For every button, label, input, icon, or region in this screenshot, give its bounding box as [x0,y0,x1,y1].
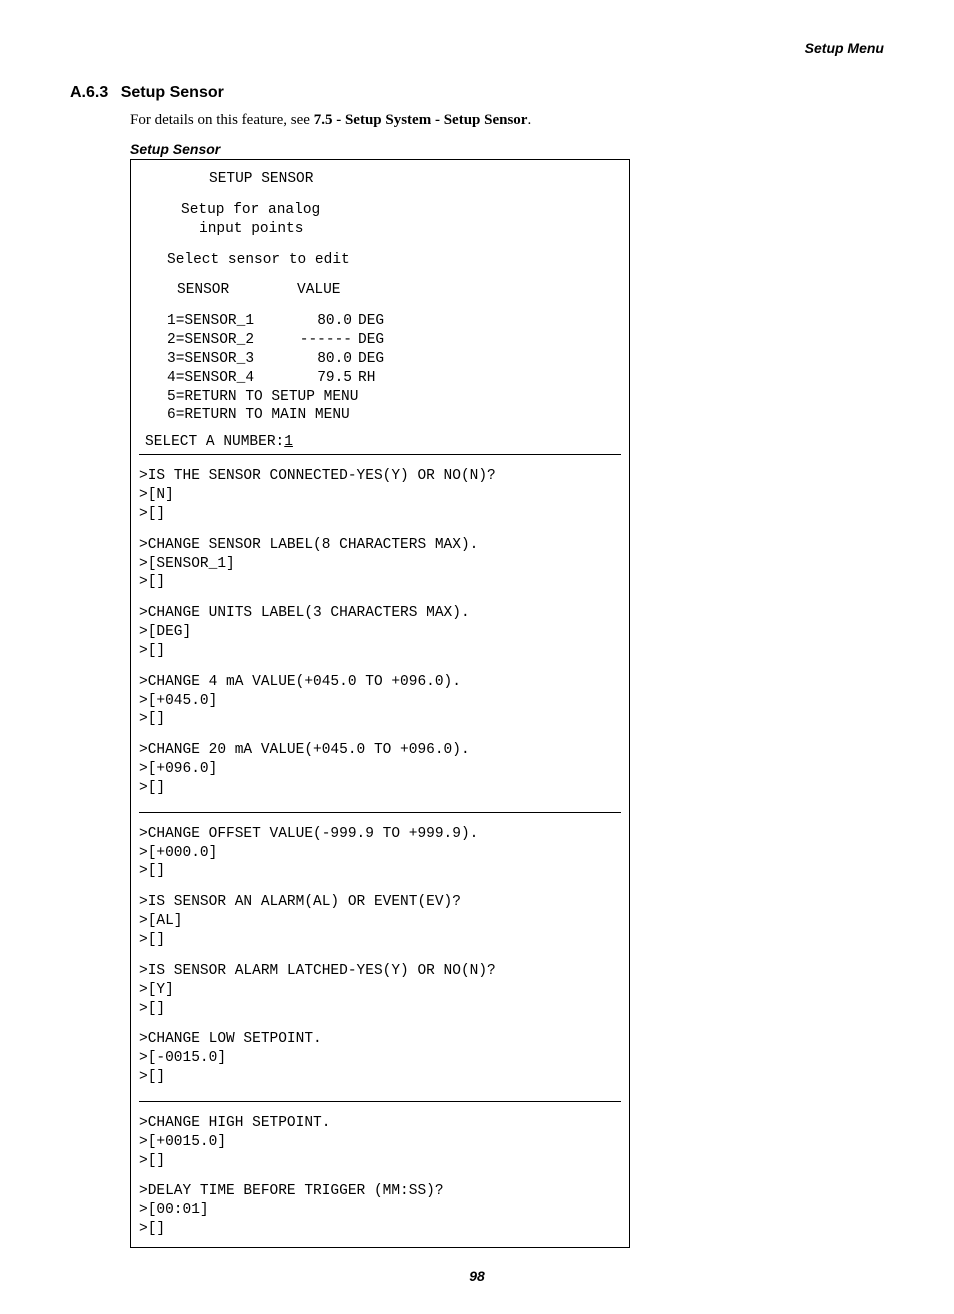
prompt-current: >[AL] [139,912,621,931]
prompt-question: >CHANGE 4 mA VALUE(+045.0 TO +096.0). [139,673,621,692]
select-prompt: Select sensor to edit [167,251,621,270]
terminal-box-label: Setup Sensor [130,141,884,157]
prompt-block: >CHANGE 20 mA VALUE(+045.0 TO +096.0).>[… [139,741,621,798]
prompt-block: >CHANGE SENSOR LABEL(8 CHARACTERS MAX).>… [139,536,621,593]
prompt-block: >CHANGE LOW SETPOINT.>[-0015.0]>[] [139,1030,621,1087]
prompt-current: >[SENSOR_1] [139,555,621,574]
select-number-value: 1 [284,434,293,450]
prompt-block: >CHANGE UNITS LABEL(3 CHARACTERS MAX).>[… [139,604,621,661]
prompt-block: >IS THE SENSOR CONNECTED-YES(Y) OR NO(N)… [139,467,621,524]
prompt-block: >IS SENSOR ALARM LATCHED-YES(Y) OR NO(N)… [139,962,621,1019]
box-subtitle2: input points [199,220,621,239]
prompt-current: >[Y] [139,981,621,1000]
sensor-name: 2=SENSOR_2 [167,331,282,350]
prompt-current: >[+045.0] [139,692,621,711]
prompt-current: >[DEG] [139,623,621,642]
sensor-value: 80.0 [282,312,352,331]
divider [139,812,621,813]
sensor-unit: DEG [358,350,398,369]
prompt-question: >CHANGE OFFSET VALUE(-999.9 TO +999.9). [139,825,621,844]
section-number: A.6.3 [70,84,108,101]
prompt-input: >[] [139,862,621,881]
prompt-current: >[+096.0] [139,760,621,779]
sensor-row: 1=SENSOR_1 80.0 DEG [167,312,621,331]
divider [139,454,621,455]
prompt-input: >[] [139,1068,621,1087]
prompt-question: >CHANGE UNITS LABEL(3 CHARACTERS MAX). [139,604,621,623]
prompt-question: >CHANGE LOW SETPOINT. [139,1030,621,1049]
sensor-unit: DEG [358,331,398,350]
box-title: SETUP SENSOR [209,170,621,189]
prompt-block: >CHANGE HIGH SETPOINT.>[+0015.0]>[] [139,1114,621,1171]
divider [139,1101,621,1102]
sensor-row: 2=SENSOR_2 ------ DEG [167,331,621,350]
menu-return-setup: 5=RETURN TO SETUP MENU [167,388,621,407]
prompt-question: >IS THE SENSOR CONNECTED-YES(Y) OR NO(N)… [139,467,621,486]
prompt-input: >[] [139,710,621,729]
prompt-input: >[] [139,505,621,524]
sensor-row: 4=SENSOR_4 79.5 RH [167,369,621,388]
running-header: Setup Menu [70,40,884,56]
sensor-value: 80.0 [282,350,352,369]
prompt-question: >CHANGE HIGH SETPOINT. [139,1114,621,1133]
menu-return-main: 6=RETURN TO MAIN MENU [167,406,621,425]
prompt-question: >CHANGE 20 mA VALUE(+045.0 TO +096.0). [139,741,621,760]
prompt-block: >CHANGE OFFSET VALUE(-999.9 TO +999.9).>… [139,825,621,882]
prompt-input: >[] [139,1220,621,1239]
prompt-current: >[-0015.0] [139,1049,621,1068]
sensor-unit: RH [358,369,398,388]
prompt-current: >[N] [139,486,621,505]
details-crossref: 7.5 - Setup System - Setup Sensor [314,112,528,128]
sensor-value: 79.5 [282,369,352,388]
sensor-value: ------ [282,331,352,350]
page-number: 98 [70,1268,884,1284]
prompt-current: >[+0015.0] [139,1133,621,1152]
sensor-name: 4=SENSOR_4 [167,369,282,388]
prompt-input: >[] [139,1000,621,1019]
select-number-label: SELECT A NUMBER: [145,434,284,450]
prompt-block: >DELAY TIME BEFORE TRIGGER (MM:SS)?>[00:… [139,1182,621,1239]
section-title: Setup Sensor [121,84,224,101]
terminal-box: SETUP SENSOR Setup for analog input poin… [130,159,630,1248]
prompt-question: >DELAY TIME BEFORE TRIGGER (MM:SS)? [139,1182,621,1201]
prompt-input: >[] [139,779,621,798]
prompt-input: >[] [139,931,621,950]
prompt-question: >IS SENSOR AN ALARM(AL) OR EVENT(EV)? [139,893,621,912]
page-container: Setup Menu A.6.3 Setup Sensor For detail… [0,0,954,1314]
col-sensor: SENSOR [177,281,297,300]
prompt-input: >[] [139,1152,621,1171]
sensor-name: 1=SENSOR_1 [167,312,282,331]
details-line: For details on this feature, see 7.5 - S… [130,112,884,129]
prompt-current: >[+000.0] [139,844,621,863]
sensor-name: 3=SENSOR_3 [167,350,282,369]
prompt-input: >[] [139,573,621,592]
box-subtitle1: Setup for analog [181,201,621,220]
prompt-block: >CHANGE 4 mA VALUE(+045.0 TO +096.0).>[+… [139,673,621,730]
sensor-table-header: SENSOR VALUE [177,281,621,300]
prompt-current: >[00:01] [139,1201,621,1220]
prompt-question: >IS SENSOR ALARM LATCHED-YES(Y) OR NO(N)… [139,962,621,981]
details-suffix: . [527,112,531,128]
col-value: VALUE [297,281,341,300]
sensor-row: 3=SENSOR_3 80.0 DEG [167,350,621,369]
details-prefix: For details on this feature, see [130,112,314,128]
prompt-question: >CHANGE SENSOR LABEL(8 CHARACTERS MAX). [139,536,621,555]
prompt-input: >[] [139,642,621,661]
section-heading: A.6.3 Setup Sensor [70,84,884,102]
prompt-block: >IS SENSOR AN ALARM(AL) OR EVENT(EV)?>[A… [139,893,621,950]
select-number-line: SELECT A NUMBER:1 [145,433,621,452]
sensor-unit: DEG [358,312,398,331]
